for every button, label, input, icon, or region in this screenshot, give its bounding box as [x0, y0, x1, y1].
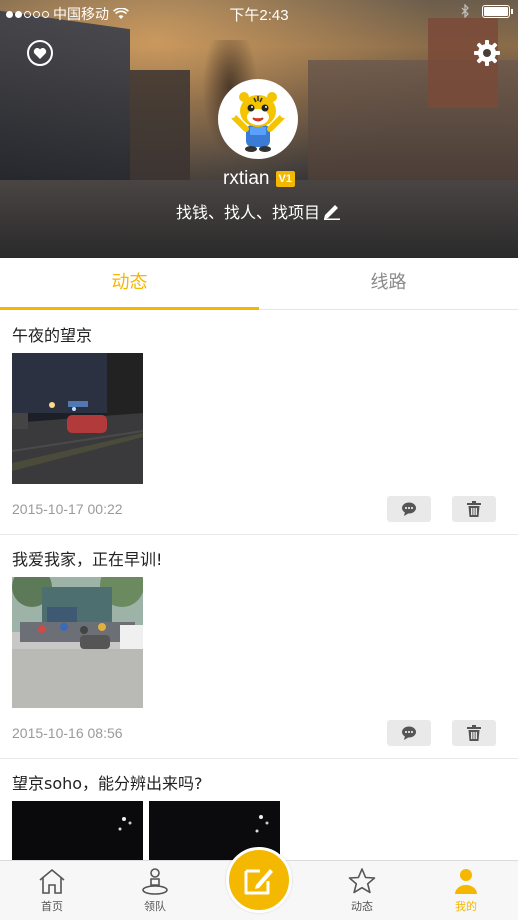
post-text: 望京soho，能分辨出来吗? — [12, 774, 203, 793]
post-photos — [12, 577, 506, 708]
favorite-button[interactable] — [27, 40, 53, 66]
post-item: 午夜的望京 2015-10-17 00:22 — [0, 311, 518, 535]
post-meta: 2015-10-17 00:22 — [12, 484, 506, 534]
user-icon — [455, 869, 477, 894]
settings-gear-icon[interactable] — [472, 38, 502, 68]
post-text: 午夜的望京 — [12, 326, 93, 345]
leader-icon — [142, 868, 168, 895]
profile-header: 中国移动 下午2:43 rxtian V1 找钱、找人、找项目 — [0, 0, 518, 258]
username: rxtian — [223, 168, 270, 189]
status-right — [461, 4, 513, 18]
status-time: 下午2:43 — [229, 7, 289, 24]
nav-label: 首页 — [41, 900, 63, 913]
star-icon — [348, 868, 376, 894]
compose-button[interactable] — [226, 847, 292, 913]
signature-row[interactable]: 找钱、找人、找项目 — [0, 199, 518, 223]
delete-button[interactable] — [452, 720, 496, 746]
post-date: 2015-10-17 00:22 — [12, 501, 123, 517]
comment-button[interactable] — [387, 720, 431, 746]
post-item: 我爱我家，正在早训! 2015-10-16 08:56 — [0, 535, 518, 759]
tab-dynamics[interactable]: 动态 — [0, 258, 259, 310]
nav-dynamics[interactable]: 动态 — [322, 867, 402, 914]
tab-bar: 动态 线路 — [0, 258, 518, 310]
post-photos — [12, 353, 506, 484]
post-photo[interactable] — [12, 801, 143, 860]
trash-icon — [467, 725, 481, 741]
nav-mine[interactable]: 我的 — [426, 867, 506, 914]
post-feed[interactable]: 午夜的望京 2015-10-17 00:22 我爱我家，正在早训! 2015-1… — [0, 311, 518, 860]
edit-pencil-icon[interactable] — [322, 202, 342, 220]
post-item: 望京soho，能分辨出来吗? — [0, 759, 518, 860]
post-photo[interactable] — [12, 353, 143, 484]
post-photo[interactable] — [12, 577, 143, 708]
home-icon — [39, 868, 65, 894]
vip-badge: V1 — [275, 171, 295, 187]
delete-button[interactable] — [452, 496, 496, 522]
username-row: rxtian V1 — [0, 168, 518, 190]
background-building — [130, 70, 190, 180]
battery-icon — [482, 4, 513, 18]
comment-icon — [402, 726, 416, 740]
nav-leader[interactable]: 领队 — [115, 867, 195, 914]
tab-routes[interactable]: 线路 — [259, 258, 518, 309]
comment-button[interactable] — [387, 496, 431, 522]
trash-icon — [467, 501, 481, 517]
nav-label: 动态 — [351, 900, 373, 913]
bottom-nav: 首页 领队 动态 我的 — [0, 847, 518, 920]
status-bar: 中国移动 下午2:43 — [0, 0, 518, 26]
tiger-mascot-icon — [220, 81, 296, 157]
heart-icon — [33, 47, 47, 59]
comment-icon — [402, 502, 416, 516]
post-date: 2015-10-16 08:56 — [12, 725, 123, 741]
nav-home[interactable]: 首页 — [12, 867, 92, 914]
post-meta: 2015-10-16 08:56 — [12, 708, 506, 758]
nav-label: 我的 — [455, 900, 477, 913]
nav-label: 领队 — [144, 900, 166, 913]
signature-text: 找钱、找人、找项目 — [175, 203, 320, 222]
bluetooth-icon — [461, 4, 469, 18]
compose-icon — [244, 869, 273, 895]
avatar[interactable] — [218, 79, 298, 159]
post-text: 我爱我家，正在早训! — [12, 550, 163, 569]
